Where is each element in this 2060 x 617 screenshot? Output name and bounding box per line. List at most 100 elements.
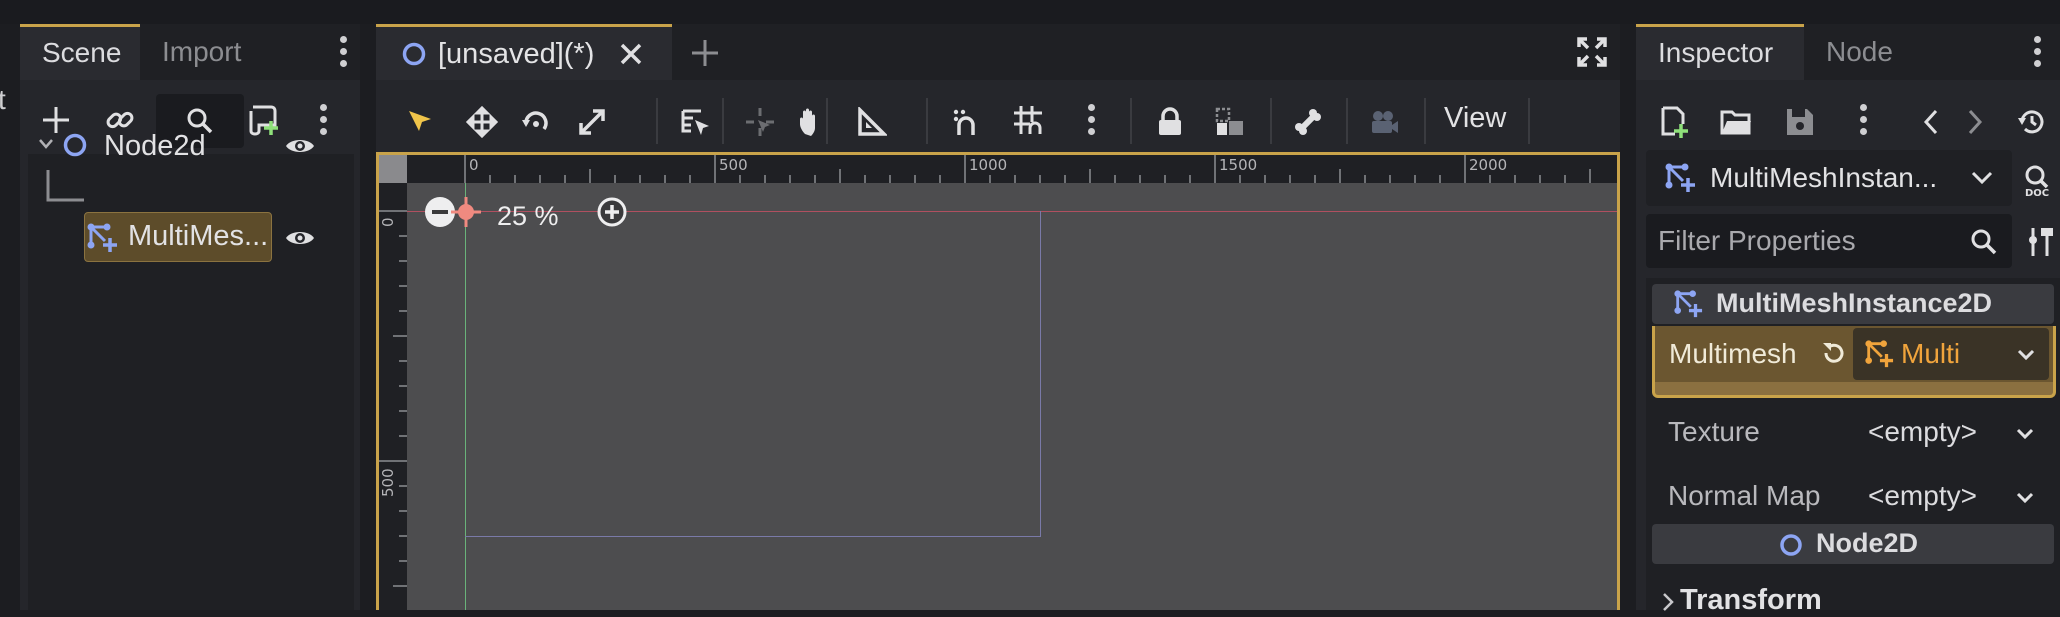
scene-more-icon[interactable] <box>320 104 328 140</box>
bone-icon[interactable] <box>1288 102 1328 142</box>
zoom-level[interactable]: 25 % <box>497 201 559 232</box>
revert-icon[interactable] <box>1819 338 1849 368</box>
script-add-icon[interactable] <box>242 98 286 142</box>
pivot-tool-icon[interactable] <box>740 102 780 142</box>
toolbar-separator <box>926 98 928 144</box>
toolbar-separator <box>722 98 724 144</box>
fullscreen-icon[interactable] <box>1574 34 1610 70</box>
resource-more-icon[interactable] <box>1860 104 1868 140</box>
viewport-panel: [unsaved](*) View 0 500 1000 1500 2000 0… <box>376 24 1620 610</box>
snap-options-icon[interactable] <box>1088 104 1096 140</box>
svg-text:DOC: DOC <box>2025 188 2049 197</box>
move-tool-icon[interactable] <box>462 102 502 142</box>
chevron-right-icon[interactable] <box>1658 590 1678 614</box>
history-icon[interactable] <box>2012 102 2052 142</box>
ruler-x-label: 1500 <box>1219 156 1258 174</box>
smart-snap-icon[interactable] <box>946 102 986 142</box>
tree-item-node2d[interactable]: Node2d <box>104 130 206 178</box>
toolbar-separator <box>1346 98 1348 144</box>
chevron-down-icon[interactable] <box>2010 486 2040 510</box>
inspector-dock-tabbar: Inspector Node <box>1636 24 2060 80</box>
scene-tab-label: [unsaved](*) <box>438 38 595 70</box>
normal-map-label: Normal Map <box>1668 480 1821 511</box>
multimesh-label: Multimesh <box>1669 338 1797 369</box>
select-tool-icon[interactable] <box>400 102 440 142</box>
visibility-eye-icon[interactable] <box>282 220 318 256</box>
canvas-2d[interactable]: 0 500 1000 1500 2000 0 500 25 % <box>376 152 1620 610</box>
ruler-tool-icon[interactable] <box>852 102 892 142</box>
ruler-x-label: 2000 <box>1469 156 1508 174</box>
tab-unsaved-scene[interactable]: [unsaved](*) <box>376 24 672 80</box>
object-selector[interactable]: MultiMeshInstan... <box>1646 150 2012 206</box>
class-header-label: MultiMeshInstance2D <box>1716 288 1993 318</box>
viewport-rect <box>465 211 1041 537</box>
collapse-arrow-icon[interactable] <box>34 132 58 156</box>
scale-tool-icon[interactable] <box>572 102 612 142</box>
visibility-eye-icon[interactable] <box>282 128 318 164</box>
grid-snap-icon[interactable] <box>1008 100 1048 140</box>
zoom-in-icon[interactable] <box>595 195 629 229</box>
scene-dock-tabbar: Scene Import <box>20 24 360 80</box>
chevron-down-icon[interactable] <box>2013 344 2039 366</box>
docs-icon[interactable]: DOC <box>2020 160 2060 200</box>
new-resource-icon[interactable] <box>1654 102 1694 142</box>
chevron-down-icon[interactable] <box>1968 166 1996 190</box>
scene-dock: Scene Import Node2d MultiMes... <box>20 24 360 610</box>
save-icon[interactable] <box>1780 102 1820 142</box>
transform-section[interactable]: Transform <box>1680 584 1822 617</box>
group-icon[interactable] <box>1210 102 1250 142</box>
toolbar-separator <box>1270 98 1272 144</box>
multimesh-icon <box>1662 160 1698 196</box>
texture-value[interactable]: <empty> <box>1868 416 1977 448</box>
camera-icon[interactable] <box>1364 102 1404 142</box>
node2d-icon <box>60 130 90 160</box>
multimesh-value: Multi <box>1901 338 1961 369</box>
editor-top-strip <box>0 0 2060 24</box>
history-back-icon[interactable] <box>1916 102 1946 142</box>
toolbar-separator <box>1130 98 1132 144</box>
inspector-dock: Inspector Node MultiMeshInstan... DOC Fi… <box>1636 24 2060 616</box>
rotate-tool-icon[interactable] <box>516 102 556 142</box>
ruler-y-label: 0 <box>379 217 397 227</box>
add-tab-icon[interactable] <box>688 36 722 70</box>
lock-icon[interactable] <box>1150 102 1190 142</box>
ruler-x-label: 0 <box>469 156 479 174</box>
node2d-icon <box>1776 530 1806 560</box>
multimesh-resource-icon <box>1863 338 1895 370</box>
canvas-toolbar <box>376 88 1620 150</box>
normal-map-value[interactable]: <empty> <box>1868 480 1977 512</box>
class-header-multimesh[interactable]: MultiMeshInstance2D <box>1652 284 2054 324</box>
node2d-header-label: Node2D <box>1816 528 1919 558</box>
multimesh-property[interactable]: Multimesh Multi <box>1652 326 2056 398</box>
open-folder-icon[interactable] <box>1716 102 1756 142</box>
scene-dock-menu-icon[interactable] <box>340 36 348 72</box>
tab-inspector[interactable]: Inspector <box>1636 24 1804 80</box>
property-tools-icon[interactable] <box>2022 222 2058 262</box>
list-select-icon[interactable] <box>676 102 716 142</box>
close-icon[interactable] <box>616 39 646 69</box>
search-icon <box>1966 224 2002 260</box>
chevron-down-icon[interactable] <box>2010 422 2040 446</box>
toolbar-separator <box>1528 98 1530 144</box>
tree-item-multimesh[interactable]: MultiMes... <box>128 220 268 268</box>
tab-node[interactable]: Node <box>1826 24 1893 80</box>
tab-scene[interactable]: Scene <box>20 24 140 80</box>
toolbar-separator <box>1424 98 1426 144</box>
multimesh-resource-picker[interactable]: Multi <box>1853 328 2049 380</box>
toolbar-separator <box>656 98 658 144</box>
filter-properties-input[interactable] <box>1646 214 2012 268</box>
object-name: MultiMeshInstan... <box>1710 162 1938 193</box>
tree-connector-icon <box>44 170 84 210</box>
class-header-node2d[interactable]: Node2D <box>1652 524 2054 564</box>
ruler-x-label: 500 <box>719 156 748 174</box>
ruler-vertical: 0 500 <box>379 155 407 610</box>
pan-tool-icon[interactable] <box>792 102 832 142</box>
inspector-dock-menu-icon[interactable] <box>2034 36 2042 72</box>
history-forward-icon[interactable] <box>1960 102 1990 142</box>
ruler-corner <box>379 155 407 183</box>
clipped-edge-text: t <box>0 84 6 115</box>
tab-import[interactable]: Import <box>162 24 241 80</box>
scene-tabs-bar: [unsaved](*) <box>376 24 1620 80</box>
view-menu-button[interactable]: View <box>1444 102 1506 135</box>
ruler-x-label: 1000 <box>969 156 1008 174</box>
